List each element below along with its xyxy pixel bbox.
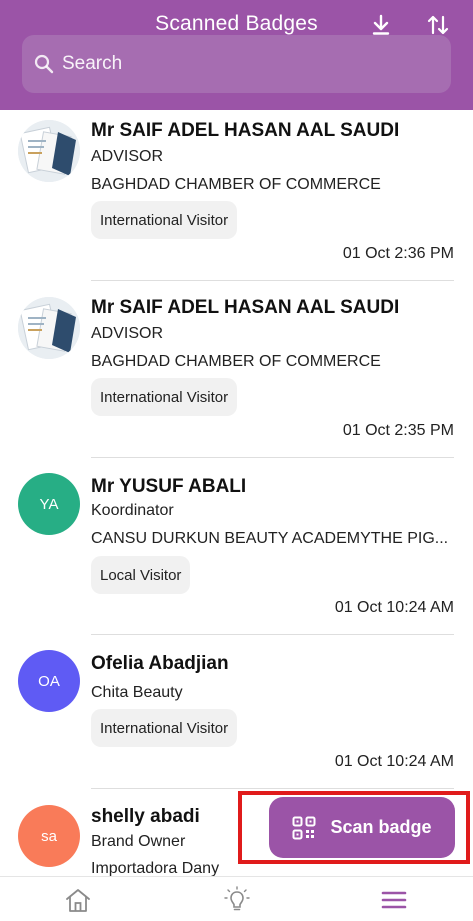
visitor-tag: International Visitor	[91, 709, 238, 747]
search-input[interactable]	[62, 53, 422, 75]
avatar: OA	[18, 650, 80, 712]
avatar: sa	[18, 805, 80, 867]
badge-company: BAGHDAD CHAMBER OF COMMERCE	[91, 353, 381, 370]
qr-code-icon	[292, 816, 316, 840]
bottom-nav	[0, 876, 473, 921]
list-item[interactable]: YA Mr YUSUF ABALI Koordinator CANSU DURK…	[0, 464, 473, 641]
visitor-tag: International Visitor	[91, 378, 238, 416]
badge-name: Mr SAIF ADEL HASAN AAL SAUDI	[91, 297, 400, 318]
divider	[91, 457, 454, 458]
nav-home[interactable]	[62, 885, 94, 915]
scan-time: 01 Oct 2:35 PM	[342, 422, 454, 439]
scan-time: 01 Oct 10:24 AM	[334, 599, 454, 616]
badge-title: Brand Owner	[91, 833, 186, 850]
nav-menu[interactable]	[378, 885, 410, 915]
search-bar[interactable]	[22, 35, 451, 93]
badge-name: Mr SAIF ADEL HASAN AAL SAUDI	[91, 120, 400, 141]
divider	[91, 788, 454, 789]
badge-company: CANSU DURKUN BEAUTY ACADEMYTHE PIG...	[91, 530, 449, 547]
scan-badge-label: Scan badge	[330, 817, 432, 837]
home-icon	[64, 887, 92, 913]
scan-time: 01 Oct 10:24 AM	[334, 753, 454, 770]
app-header: Scanned Badges	[0, 0, 473, 110]
badge-list[interactable]: Mr SAIF ADEL HASAN AAL SAUDI ADVISOR BAG…	[0, 110, 473, 876]
badge-name: Ofelia Abadjian	[91, 653, 229, 674]
avatar	[18, 297, 80, 359]
page-title: Scanned Badges	[155, 12, 318, 35]
divider	[91, 634, 454, 635]
scan-time: 01 Oct 2:36 PM	[342, 245, 454, 262]
badge-name: Mr YUSUF ABALI	[91, 476, 247, 497]
badge-title: Chita Beauty	[91, 684, 183, 701]
menu-icon	[381, 890, 407, 910]
lightbulb-icon	[224, 886, 250, 914]
avatar	[18, 120, 80, 182]
nav-ideas[interactable]	[221, 885, 253, 915]
list-item[interactable]: Mr SAIF ADEL HASAN AAL SAUDI ADVISOR BAG…	[0, 110, 473, 287]
list-item[interactable]: OA Ofelia Abadjian Chita Beauty Internat…	[0, 641, 473, 796]
visitor-tag: International Visitor	[91, 201, 238, 239]
avatar: YA	[18, 473, 80, 535]
avatar-initials: OA	[38, 672, 60, 690]
badge-name: shelly abadi	[91, 806, 200, 827]
visitor-tag: Local Visitor	[91, 556, 191, 594]
avatar-initials: sa	[41, 827, 57, 845]
badge-company: Importadora Dany	[91, 860, 220, 876]
badge-title: ADVISOR	[91, 148, 164, 165]
list-item[interactable]: Mr SAIF ADEL HASAN AAL SAUDI ADVISOR BAG…	[0, 287, 473, 464]
divider	[91, 280, 454, 281]
badge-company: BAGHDAD CHAMBER OF COMMERCE	[91, 176, 381, 193]
scan-badge-button[interactable]: Scan badge	[269, 797, 455, 858]
badge-title: Koordinator	[91, 502, 174, 519]
search-icon	[34, 54, 54, 74]
avatar-initials: YA	[39, 495, 59, 513]
badge-title: ADVISOR	[91, 325, 164, 342]
